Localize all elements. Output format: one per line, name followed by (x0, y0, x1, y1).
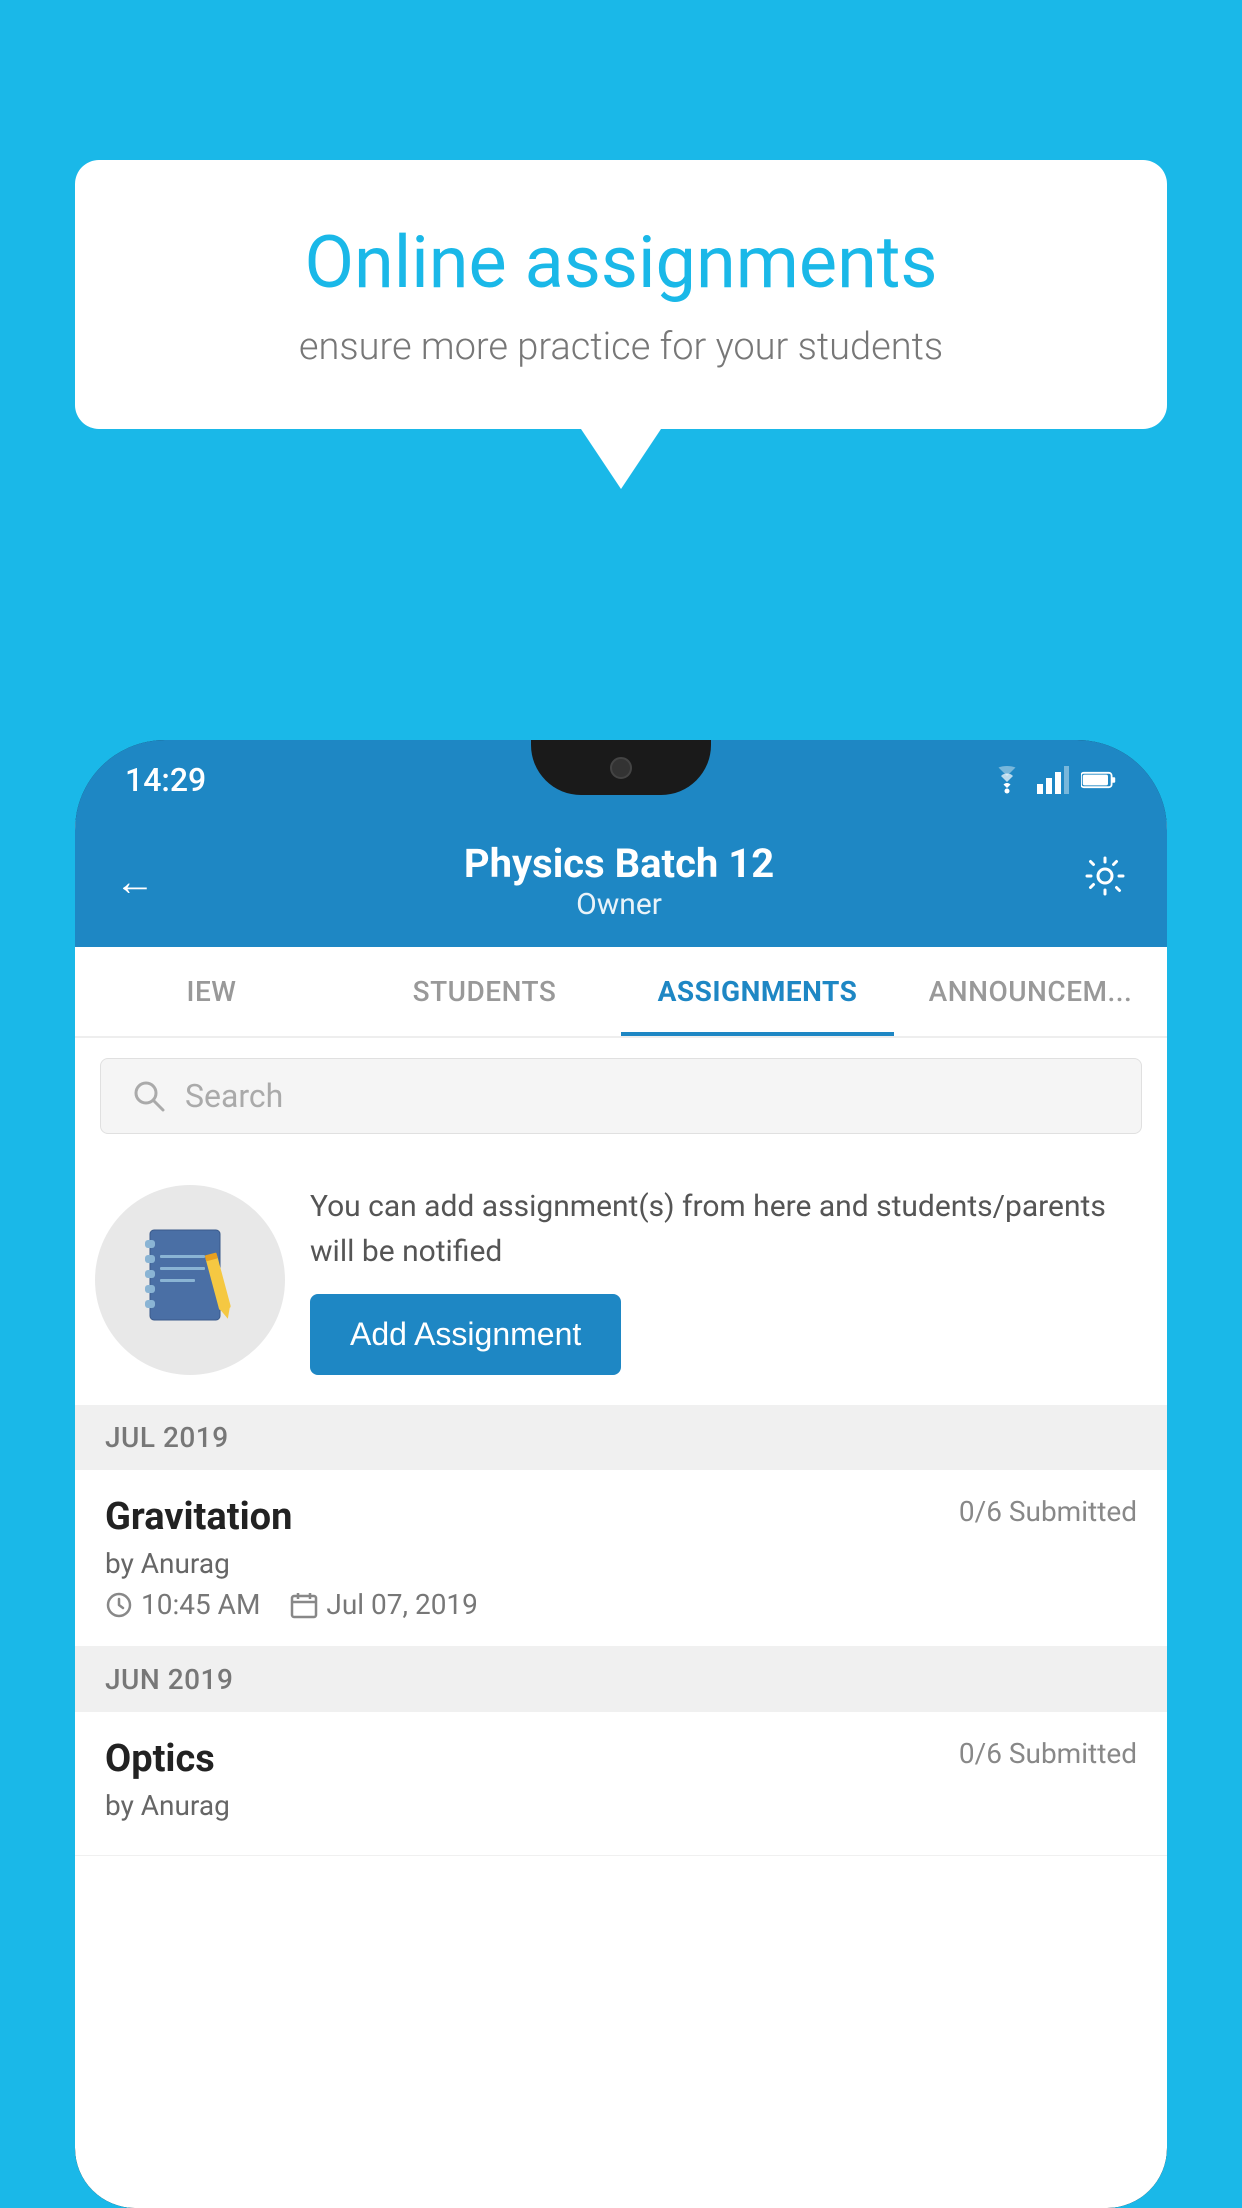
notebook-icon (140, 1225, 240, 1335)
assignment-meta: 10:45 AM Jul 07, 2019 (105, 1588, 1137, 1621)
assignment-name: Gravitation (105, 1495, 292, 1539)
promo-text-area: You can add assignment(s) from here and … (310, 1184, 1137, 1375)
assignment-author: by Anurag (105, 1547, 1137, 1580)
back-button[interactable]: ← (115, 858, 155, 905)
search-icon (131, 1078, 167, 1114)
promo-description: You can add assignment(s) from here and … (310, 1184, 1137, 1274)
battery-icon (1081, 769, 1117, 791)
tab-announcements[interactable]: ANNOUNCEM... (894, 947, 1167, 1036)
assignment-time: 10:45 AM (105, 1588, 260, 1621)
phone-frame: 14:29 (75, 740, 1167, 2208)
add-assignment-button[interactable]: Add Assignment (310, 1294, 621, 1375)
promo-section: You can add assignment(s) from here and … (75, 1154, 1167, 1405)
tab-iew[interactable]: IEW (75, 947, 348, 1036)
tabs-container: IEW STUDENTS ASSIGNMENTS ANNOUNCEM... (75, 947, 1167, 1038)
section-header-jun: JUN 2019 (75, 1647, 1167, 1712)
assignment-item-gravitation[interactable]: Gravitation 0/6 Submitted by Anurag 10:4… (75, 1470, 1167, 1647)
speech-bubble-area: Online assignments ensure more practice … (75, 160, 1167, 489)
search-bar[interactable]: Search (100, 1058, 1142, 1134)
assignment-author-optics: by Anurag (105, 1789, 1137, 1822)
signal-icon (1037, 766, 1069, 794)
assignment-name-optics: Optics (105, 1737, 215, 1781)
wifi-icon (989, 766, 1025, 794)
gear-icon (1083, 854, 1127, 898)
assignment-submitted: 0/6 Submitted (959, 1495, 1137, 1528)
calendar-icon (290, 1591, 318, 1619)
phone-inner: ← Physics Batch 12 Owner IEW STUDENTS AS… (75, 820, 1167, 2208)
tab-assignments[interactable]: ASSIGNMENTS (621, 947, 894, 1036)
assignment-date: Jul 07, 2019 (290, 1588, 478, 1621)
status-icons (989, 766, 1117, 794)
app-header: ← Physics Batch 12 Owner (75, 820, 1167, 947)
status-time: 14:29 (125, 761, 206, 799)
clock-icon (105, 1591, 133, 1619)
assignment-submitted-optics: 0/6 Submitted (959, 1737, 1137, 1770)
tab-students[interactable]: STUDENTS (348, 947, 621, 1036)
header-subtitle: Owner (464, 887, 774, 922)
header-title-area: Physics Batch 12 Owner (464, 840, 774, 922)
section-header-jul: JUL 2019 (75, 1405, 1167, 1470)
header-title: Physics Batch 12 (464, 840, 774, 887)
speech-bubble-arrow (581, 429, 661, 489)
assignment-top-row-optics: Optics 0/6 Submitted (105, 1737, 1137, 1781)
settings-button[interactable] (1083, 854, 1127, 909)
search-bar-container: Search (75, 1038, 1167, 1154)
assignment-top-row: Gravitation 0/6 Submitted (105, 1495, 1137, 1539)
camera (610, 757, 632, 779)
status-bar: 14:29 (75, 740, 1167, 820)
phone-notch (531, 740, 711, 795)
assignment-item-optics[interactable]: Optics 0/6 Submitted by Anurag (75, 1712, 1167, 1856)
search-placeholder: Search (185, 1077, 283, 1115)
speech-bubble: Online assignments ensure more practice … (75, 160, 1167, 429)
speech-bubble-subtitle: ensure more practice for your students (145, 325, 1097, 369)
speech-bubble-title: Online assignments (145, 220, 1097, 305)
promo-icon-circle (95, 1185, 285, 1375)
